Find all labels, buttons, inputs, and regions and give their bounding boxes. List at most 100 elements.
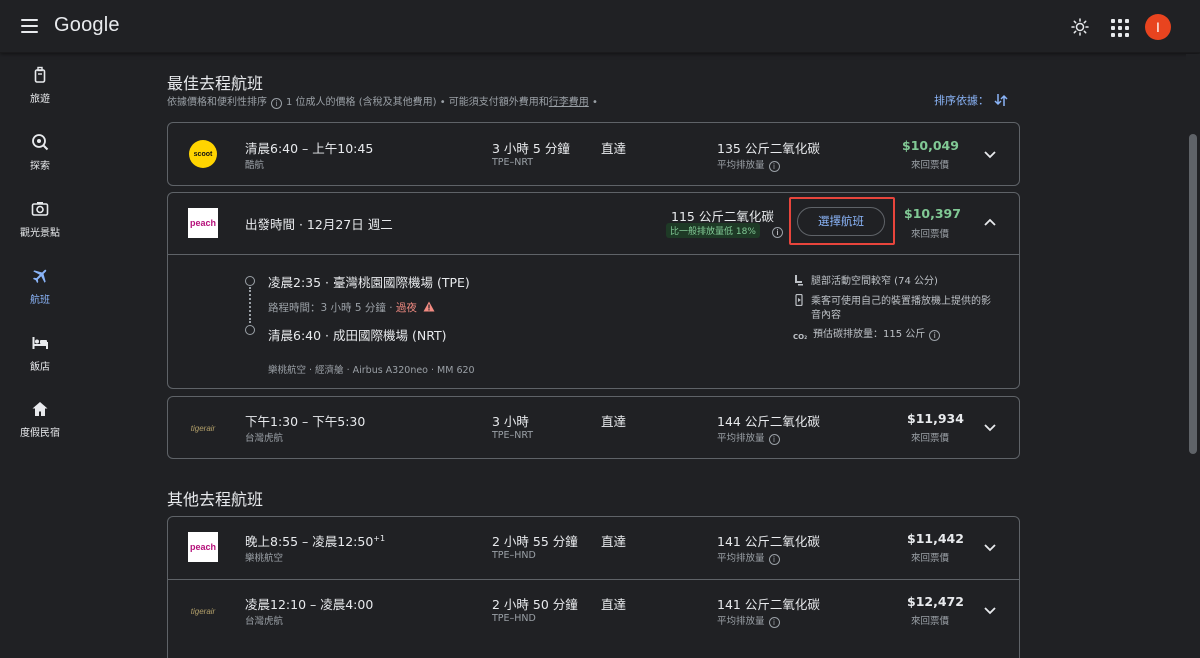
info-icon[interactable]: i: [768, 617, 780, 628]
info-icon[interactable]: i: [929, 330, 941, 341]
google-logo[interactable]: Google: [54, 14, 120, 37]
bed-icon: [32, 337, 48, 349]
amenity-text: 腿部活動空間較窄 (74 公分): [811, 276, 938, 287]
sort-button[interactable]: 排序依據：: [934, 92, 1009, 108]
seat-icon: [795, 275, 803, 286]
theme-icon[interactable]: [1068, 15, 1092, 39]
flight-price: $11,442: [907, 531, 964, 546]
chevron-up-icon[interactable]: [983, 216, 997, 230]
info-icon[interactable]: i: [772, 227, 783, 238]
airline-logo-peach: peach: [188, 532, 218, 562]
baggage-fees-link[interactable]: 行李費用: [549, 97, 589, 108]
flight-times: 凌晨12:10 – 凌晨4:00: [245, 597, 374, 612]
co2-emissions-sub: 平均排放量 i: [717, 157, 784, 172]
sidebar-item-label: 飯店: [30, 362, 50, 373]
explore-icon: [32, 134, 49, 151]
sidebar-item-hotels[interactable]: 飯店: [0, 334, 80, 394]
flight-price: $10,397: [904, 206, 961, 221]
device-icon: [795, 294, 803, 306]
co2-icon: CO₂: [793, 333, 808, 341]
top-bar: Google I: [0, 0, 1200, 53]
sidebar-item-label: 觀光景點: [20, 228, 60, 239]
price-type: 來回票價: [911, 160, 950, 171]
airline-name: 酷航: [245, 160, 265, 171]
timeline-dot-departure: [245, 276, 255, 286]
co2-emissions-sub: 平均排放量 i: [717, 550, 784, 565]
co2-emissions: 144 公斤二氧化碳: [717, 414, 820, 429]
sidebar-item-label: 旅遊: [30, 94, 50, 105]
sidebar-item-vacation-rentals[interactable]: 度假民宿: [0, 400, 80, 460]
amenity-text: 預估碳排放量：115 公斤: [813, 329, 926, 340]
flight-route: TPE–HND: [492, 613, 536, 624]
info-icon[interactable]: i: [271, 98, 282, 109]
airline-name: 台灣虎航: [245, 616, 284, 627]
chevron-down-icon[interactable]: [983, 603, 997, 617]
departure-airport: 凌晨2:35 · 臺灣桃園國際機場 (TPE): [268, 275, 470, 290]
flight-duration: 3 小時 5 分鐘: [492, 141, 570, 156]
co2-emissions: 135 公斤二氧化碳: [717, 141, 820, 156]
avatar[interactable]: I: [1145, 14, 1171, 40]
travel-time: 路程時間：3 小時 5 分鐘 · 過夜: [268, 300, 435, 315]
tigerair-logo-text: tigerair: [190, 423, 216, 433]
price-type: 來回票價: [911, 433, 950, 444]
chevron-down-icon[interactable]: [983, 540, 997, 554]
sidebar-item-attractions[interactable]: 觀光景點: [0, 200, 80, 260]
flight-card-scoot[interactable]: scoot 清晨6:40 – 上午10:45 酷航 3 小時 5 分鐘 TPE–…: [167, 122, 1020, 186]
flight-stops: 直達: [601, 534, 627, 549]
flight-details: 樂桃航空 · 經濟艙 · Airbus A320neo · MM 620: [268, 365, 475, 376]
flight-stops: 直達: [601, 597, 627, 612]
airline-logo-scoot: scoot: [188, 139, 218, 169]
flight-times: 下午1:30 – 下午5:30: [245, 414, 366, 429]
scoot-logo-text: scoot: [189, 140, 217, 168]
arrival-airport: 清晨6:40 · 成田國際機場 (NRT): [268, 328, 447, 343]
chevron-down-icon[interactable]: [983, 420, 997, 434]
home-icon: [32, 402, 48, 416]
flight-card-tigerair-hnd[interactable]: tigerair 凌晨12:10 – 凌晨4:00 台灣虎航 2 小時 50 分…: [168, 579, 1019, 641]
co2-emissions: 141 公斤二氧化碳: [717, 534, 820, 549]
amenity-streaming: 乘客可使用自己的裝置播放機上提供的影: [793, 292, 991, 307]
flight-price: $11,934: [907, 411, 964, 426]
plane-icon: [32, 269, 47, 284]
sidebar-item-explore[interactable]: 探索: [0, 133, 80, 193]
apps-icon[interactable]: [1110, 18, 1129, 37]
sidebar-item-label: 探索: [30, 161, 50, 172]
price-type: 來回票價: [911, 553, 950, 564]
flight-route: TPE–HND: [492, 550, 536, 561]
best-flights-title: 最佳去程航班: [167, 74, 264, 93]
scrollbar-thumb[interactable]: [1189, 134, 1197, 454]
scrollbar[interactable]: [1186, 54, 1200, 658]
peach-logo-text: peach: [188, 208, 218, 238]
flight-route: TPE–NRT: [492, 157, 534, 168]
airline-logo-tigerair: tigerair: [188, 413, 218, 443]
amenity-co2: CO₂ 預估碳排放量：115 公斤 i: [793, 325, 944, 345]
flight-card-peach-hnd[interactable]: peach 晚上8:55 – 凌晨12:50+1 樂桃航空 2 小時 55 分鐘…: [168, 517, 1019, 579]
eco-badge: 比一般排放量低 18%: [666, 223, 760, 238]
camera-icon: [31, 202, 49, 216]
co2-emissions-sub: 平均排放量 i: [717, 613, 784, 628]
timeline-line: [249, 287, 251, 323]
info-icon[interactable]: i: [768, 161, 780, 172]
co2-emissions-sub: 平均排放量 i: [717, 430, 784, 445]
flight-times: 清晨6:40 – 上午10:45: [245, 141, 374, 156]
luggage-icon: [34, 66, 46, 83]
airline-logo-tigerair: tigerair: [188, 596, 218, 626]
flight-stops: 直達: [601, 141, 627, 156]
info-icon[interactable]: i: [768, 554, 780, 565]
timeline-dot-arrival: [245, 325, 255, 335]
sidebar-item-travel[interactable]: 旅遊: [0, 66, 80, 126]
flight-route: TPE–NRT: [492, 430, 534, 441]
amenity-streaming-cont: 音內容: [811, 310, 841, 321]
overnight-label: 過夜: [395, 302, 417, 314]
sidebar-item-label: 航班: [30, 295, 50, 306]
chevron-down-icon[interactable]: [983, 147, 997, 161]
select-flight-button[interactable]: 選擇航班: [797, 207, 885, 236]
menu-icon[interactable]: [20, 17, 40, 35]
sidebar-item-flights[interactable]: 航班: [0, 267, 80, 327]
flight-duration: 3 小時: [492, 414, 529, 429]
sort-icon: [993, 94, 1008, 106]
info-icon[interactable]: i: [768, 434, 780, 445]
flight-card-tigerair[interactable]: tigerair 下午1:30 – 下午5:30 台灣虎航 3 小時 TPE–N…: [167, 396, 1020, 459]
price-type: 來回票價: [911, 616, 950, 627]
sort-description: 依據價格和便利性排序 i 1 位成人的價格 (含稅及其他費用) • 可能須支付額外費…: [167, 93, 598, 109]
airline-name: 樂桃航空: [245, 553, 284, 564]
